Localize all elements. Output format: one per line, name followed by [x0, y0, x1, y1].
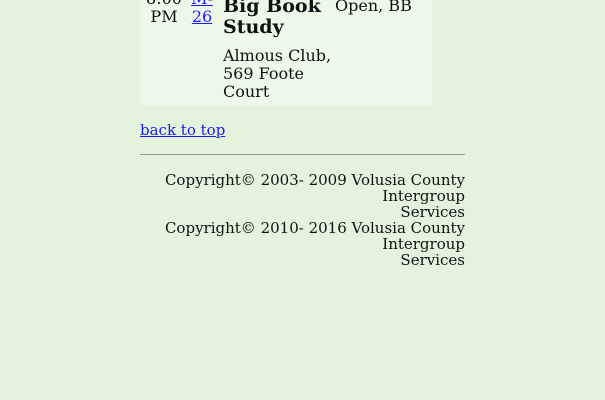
copyright-notice-2: Copyright© 2010- 2016 Volusia County Int…: [140, 220, 465, 268]
page: 8:00 PM M- 26 Big Book Study Almous Club…: [0, 0, 605, 400]
meeting-code-line2[interactable]: 26: [190, 8, 214, 26]
copyright-notice-1-line2: Services: [400, 203, 465, 221]
copyright-notice-1: Copyright© 2003- 2009 Volusia County Int…: [140, 172, 465, 220]
meeting-name-line2: Study: [223, 16, 284, 38]
copyright-notice-2-line2: Services: [400, 251, 465, 269]
copyright-notice-1-line1: Copyright© 2003- 2009 Volusia County Int…: [164, 171, 465, 205]
meeting-code-link[interactable]: M- 26: [190, 0, 214, 26]
meeting-address-line3: Court: [223, 82, 270, 101]
meeting-time-ampm: PM: [150, 7, 178, 26]
meeting-address-line1: Almous Club,: [223, 46, 332, 65]
meeting-time: 8:00 PM: [145, 0, 183, 26]
meeting-name: Big Book Study: [223, 0, 333, 38]
meeting-type: Open, BB: [335, 0, 412, 15]
back-to-top-link[interactable]: back to top: [140, 121, 225, 139]
copyright-notice-2-line1: Copyright© 2010- 2016 Volusia County Int…: [164, 219, 465, 253]
meeting-address-line2: 569 Foote: [223, 64, 305, 83]
meeting-address: Almous Club, 569 Foote Court: [223, 47, 333, 101]
meeting-name-line1: Big Book: [223, 0, 321, 17]
footer-divider: [140, 154, 465, 155]
